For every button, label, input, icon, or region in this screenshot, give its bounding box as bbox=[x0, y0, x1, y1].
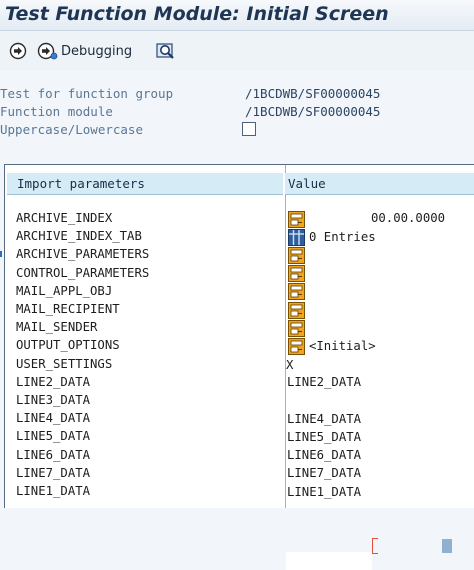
table-row: LINE2_DATA LINE2_DATA bbox=[5, 374, 474, 392]
parameter-name: ARCHIVE_INDEX bbox=[16, 211, 113, 225]
parameter-value-cell[interactable]: <Initial> bbox=[286, 337, 376, 355]
parameter-name: LINE2_DATA bbox=[16, 374, 91, 389]
parameter-name: MAIL_RECIPIENT bbox=[16, 302, 120, 316]
execute-icon bbox=[9, 42, 27, 60]
parameter-name: LINE5_DATA bbox=[16, 429, 91, 444]
structure-icon[interactable] bbox=[286, 283, 309, 301]
scroll-marker[interactable] bbox=[442, 539, 452, 553]
parameter-value: LINE7_DATA bbox=[286, 465, 369, 483]
table-row: ARCHIVE_INDEX 00.00.0000 bbox=[5, 210, 474, 228]
test-data-directory-button[interactable] bbox=[156, 41, 176, 61]
function-group-value: /1BCDWB/SF00000045 bbox=[245, 86, 381, 101]
parameter-value-cell[interactable]: 00.00.0000 bbox=[286, 210, 445, 228]
parameter-value-cell[interactable] bbox=[286, 301, 309, 319]
structure-icon[interactable] bbox=[286, 319, 309, 337]
text-cursor bbox=[372, 538, 378, 554]
debug-icon bbox=[37, 42, 58, 60]
application-toolbar: Debugging bbox=[0, 31, 474, 71]
uppercase-lowercase-label: Uppercase/Lowercase bbox=[0, 122, 143, 137]
parameter-name: OUTPUT_OPTIONS bbox=[16, 338, 120, 353]
parameter-name: ARCHIVE_INDEX_TAB bbox=[16, 229, 142, 244]
table-row: LINE7_DATA LINE7_DATA bbox=[5, 465, 474, 483]
table-row: LINE3_DATA bbox=[5, 392, 474, 410]
window-title: Test Function Module: Initial Screen bbox=[5, 3, 389, 25]
edge-marker bbox=[0, 251, 2, 257]
parameter-value-cell[interactable]: LINE2_DATA bbox=[286, 374, 369, 392]
line3-data-value-field[interactable] bbox=[286, 552, 372, 570]
function-module-line: Function module /1BCDWB/SF00000045 bbox=[0, 104, 380, 119]
table-row: MAIL_APPL_OBJ bbox=[5, 283, 474, 301]
structure-icon[interactable] bbox=[286, 337, 309, 355]
table-row: LINE4_DATA LINE4_DATA bbox=[5, 410, 474, 428]
table-row: LINE6_DATA LINE6_DATA bbox=[5, 447, 474, 465]
table-row: OUTPUT_OPTIONS <Initial> bbox=[5, 337, 474, 355]
structure-icon[interactable] bbox=[286, 301, 309, 319]
parameter-value: 0 Entries bbox=[309, 230, 376, 245]
function-module-value: /1BCDWB/SF00000045 bbox=[245, 104, 381, 119]
parameter-value-cell[interactable] bbox=[286, 265, 309, 283]
parameter-name: ARCHIVE_PARAMETERS bbox=[16, 247, 150, 262]
parameter-value-cell[interactable]: 0 Entries bbox=[286, 228, 376, 246]
parameter-value-cell[interactable]: LINE4_DATA bbox=[286, 410, 369, 428]
parameter-name: MAIL_APPL_OBJ bbox=[16, 283, 113, 298]
execute-button[interactable] bbox=[9, 41, 27, 61]
import-parameters-table: Import parameters Value ARCHIVE_INDEX 00.… bbox=[4, 164, 474, 570]
parameter-value: LINE1_DATA bbox=[286, 483, 369, 501]
parameter-value-cell[interactable]: LINE7_DATA bbox=[286, 465, 369, 483]
parameter-value-cell[interactable]: X bbox=[286, 356, 293, 374]
table-row: CONTROL_PARAMETERS bbox=[5, 265, 474, 283]
parameter-value: LINE5_DATA bbox=[286, 428, 369, 446]
parameter-value: 00.00.0000 bbox=[371, 211, 446, 225]
function-group-label: Test for function group bbox=[0, 86, 174, 101]
parameter-value: LINE2_DATA bbox=[286, 374, 369, 392]
title-bar: Test Function Module: Initial Screen bbox=[0, 0, 474, 31]
uppercase-lowercase-checkbox[interactable] bbox=[242, 122, 256, 136]
parameter-value-cell[interactable]: LINE6_DATA bbox=[286, 447, 369, 465]
structure-icon[interactable] bbox=[286, 265, 309, 283]
parameter-name: LINE3_DATA bbox=[16, 393, 91, 407]
parameter-value-cell[interactable]: LINE1_DATA bbox=[286, 483, 369, 501]
function-group-line: Test for function group /1BCDWB/SF000000… bbox=[0, 86, 380, 101]
table-row: LINE1_DATA LINE1_DATA bbox=[5, 483, 474, 501]
test-data-directory-icon bbox=[156, 42, 174, 59]
parameter-name: LINE6_DATA bbox=[16, 447, 91, 462]
parameter-value: X bbox=[286, 357, 294, 372]
parameter-name: LINE7_DATA bbox=[16, 465, 91, 480]
parameter-value-cell[interactable] bbox=[286, 283, 309, 301]
table-row: ARCHIVE_INDEX_TAB 0 Entries bbox=[5, 228, 474, 246]
parameter-name: MAIL_SENDER bbox=[16, 320, 98, 335]
debugging-button[interactable]: Debugging bbox=[37, 41, 132, 61]
table-row: ARCHIVE_PARAMETERS bbox=[5, 246, 474, 264]
table-row: MAIL_RECIPIENT bbox=[5, 301, 474, 319]
parameter-value-cell[interactable] bbox=[286, 246, 309, 264]
column-header-value: Value bbox=[285, 173, 474, 195]
parameter-value-cell[interactable]: LINE5_DATA bbox=[286, 428, 369, 446]
table-row: USER_SETTINGS X bbox=[5, 356, 474, 374]
parameter-value: LINE4_DATA bbox=[286, 410, 369, 428]
column-header-import-parameters: Import parameters bbox=[7, 173, 283, 195]
table-row: LINE5_DATA LINE5_DATA bbox=[5, 428, 474, 446]
debugging-label: Debugging bbox=[61, 43, 133, 59]
parameter-value: LINE6_DATA bbox=[286, 447, 369, 465]
parameter-name: LINE1_DATA bbox=[16, 484, 91, 498]
structure-icon[interactable] bbox=[286, 246, 309, 264]
table-row: MAIL_SENDER bbox=[5, 319, 474, 337]
table-icon[interactable] bbox=[286, 228, 309, 246]
uppercase-lowercase-line: Uppercase/Lowercase bbox=[0, 122, 143, 137]
parameter-name: CONTROL_PARAMETERS bbox=[16, 265, 150, 280]
parameter-value: <Initial> bbox=[309, 339, 376, 354]
function-module-label: Function module bbox=[0, 104, 113, 119]
structure-icon[interactable] bbox=[286, 210, 309, 228]
parameter-name: LINE4_DATA bbox=[16, 411, 91, 426]
parameter-name: USER_SETTINGS bbox=[16, 356, 113, 371]
parameter-value-cell[interactable] bbox=[286, 319, 309, 337]
